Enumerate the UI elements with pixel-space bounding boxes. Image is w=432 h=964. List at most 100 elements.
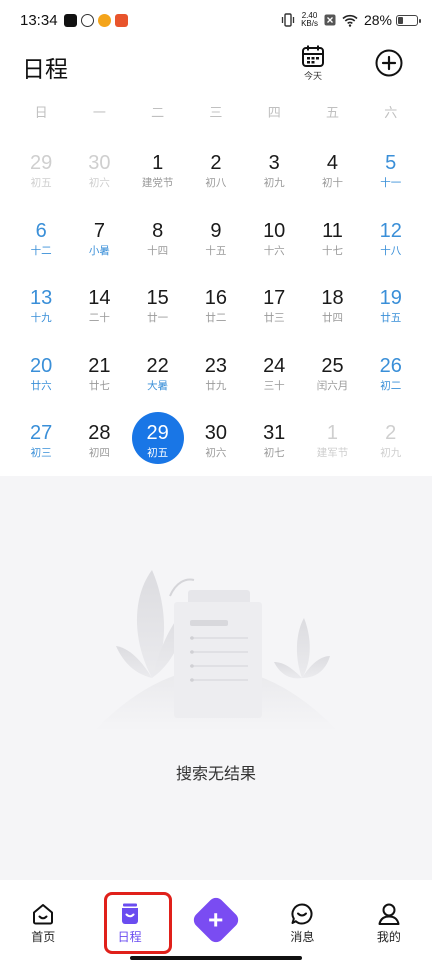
calendar-day[interactable]: 8 十四	[129, 208, 187, 276]
schedule-list-empty: 搜索无结果	[0, 476, 432, 880]
calendar-day[interactable]: 17 廿三	[245, 275, 303, 343]
day-number: 2	[210, 152, 222, 174]
calendar-day[interactable]: 6 十二	[12, 208, 70, 276]
calendar-day[interactable]: 1 建军节	[303, 410, 361, 478]
calendar-day-selected[interactable]: 29 初五	[129, 410, 187, 478]
status-right: 2.40 KB/s 28%	[281, 11, 421, 28]
lunar-date: 廿九	[205, 379, 227, 392]
calendar-day[interactable]: 20 廿六	[12, 343, 70, 411]
day-number: 27	[30, 422, 53, 444]
lunar-date: 十八	[380, 244, 402, 257]
tab-add-center[interactable]: +	[173, 880, 259, 964]
calendar-day[interactable]: 30 初六	[187, 410, 245, 478]
calendar-day[interactable]: 18 廿四	[303, 275, 361, 343]
battery-status: 28%	[364, 12, 421, 28]
calendar-day[interactable]: 2 初九	[362, 410, 420, 478]
calendar-day[interactable]: 5 十一	[362, 140, 420, 208]
lunar-date: 建军节	[316, 447, 349, 459]
calendar-day[interactable]: 24 三十	[245, 343, 303, 411]
day-number: 23	[204, 354, 228, 377]
day-number: 15	[146, 287, 169, 309]
lunar-date: 二十	[88, 312, 110, 324]
day-number: 21	[88, 354, 111, 377]
day-number: 1	[326, 422, 339, 444]
day-number: 16	[204, 287, 228, 309]
calendar-day[interactable]: 7 小暑	[70, 208, 128, 276]
calendar-day[interactable]: 4 初十	[303, 140, 361, 208]
calendar-day[interactable]: 26 初二	[362, 343, 420, 411]
news-app-icon	[114, 13, 128, 27]
calendar-day[interactable]: 29 初五	[12, 140, 70, 208]
day-number: 4	[326, 152, 339, 174]
calendar-day[interactable]: 12 十八	[362, 208, 420, 276]
tab-schedule-label: 日程	[117, 930, 142, 944]
lunar-date: 初五	[30, 177, 52, 189]
month-calendar: 日一二三四五六 29 初五 30 初六 1 建党节 2 初八 3 初九 4 初十 5 十一 6 十二 7 小暑 8 十…	[0, 90, 432, 476]
lunar-date: 初四	[88, 447, 110, 459]
calendar-day[interactable]: 28 初四	[70, 410, 128, 478]
weibo-icon	[97, 13, 111, 27]
lunar-date: 大暑	[147, 379, 169, 392]
calendar-day[interactable]: 14 二十	[70, 275, 128, 343]
today-button[interactable]: 今天	[298, 44, 328, 82]
lunar-date: 初九	[380, 447, 402, 459]
weekday-label: 五	[325, 105, 339, 120]
calendar-day[interactable]: 19 廿五	[362, 275, 420, 343]
calendar-day[interactable]: 9 十五	[187, 208, 245, 276]
status-bar: 13:34 2.40 KB/s 28%	[0, 0, 432, 40]
add-schedule-button[interactable]	[374, 48, 404, 78]
calendar-day[interactable]: 10 十六	[245, 208, 303, 276]
empty-result-text: 搜索无结果	[175, 766, 256, 783]
day-number: 1	[152, 152, 164, 174]
day-number: 2	[385, 422, 397, 444]
lunar-date: 初八	[205, 177, 227, 189]
lunar-date: 廿六	[30, 379, 52, 392]
lunar-date: 十九	[30, 312, 52, 324]
page-title: 日程	[22, 56, 68, 82]
calendar-day[interactable]: 23 廿九	[187, 343, 245, 411]
day-number: 7	[93, 219, 105, 242]
calendar-day[interactable]: 21 廿七	[70, 343, 128, 411]
calendar-day[interactable]: 2 初八	[187, 140, 245, 208]
calendar-day[interactable]: 27 初三	[12, 410, 70, 478]
lunar-date: 廿三	[263, 312, 285, 324]
lunar-date: 建党节	[141, 177, 174, 189]
tab-schedule[interactable]: 日程	[86, 880, 172, 964]
lunar-date: 廿七	[88, 379, 110, 392]
calendar-day[interactable]: 25 闰六月	[303, 343, 361, 411]
bottom-tab-bar: 首页 日程 + 消息 我的	[0, 880, 432, 964]
home-indicator[interactable]	[130, 956, 302, 960]
lunar-date: 廿二	[205, 312, 227, 324]
calendar-day[interactable]: 16 廿二	[187, 275, 245, 343]
calendar-day[interactable]: 13 十九	[12, 275, 70, 343]
day-number: 26	[379, 354, 402, 377]
no-sim-icon	[324, 14, 336, 26]
tab-profile[interactable]: 我的	[346, 880, 432, 964]
calendar-day[interactable]: 31 初七	[245, 410, 303, 478]
day-number: 22	[146, 354, 169, 377]
tab-messages[interactable]: 消息	[259, 880, 345, 964]
status-app-icons	[63, 13, 128, 27]
calendar-day[interactable]: 30 初六	[70, 140, 128, 208]
vibrate-icon	[281, 13, 295, 27]
calendar-day[interactable]: 11 十七	[303, 208, 361, 276]
weekday-label: 一	[92, 105, 106, 120]
tab-home[interactable]: 首页	[0, 880, 86, 964]
calendar-day[interactable]: 15 廿一	[129, 275, 187, 343]
battery-level	[398, 16, 404, 24]
calendar-day[interactable]: 3 初九	[245, 140, 303, 208]
net-speed: 2.40 KB/s	[301, 11, 318, 28]
day-number: 14	[88, 287, 111, 309]
day-number: 30	[204, 422, 228, 444]
day-number: 6	[35, 219, 47, 242]
lunar-date: 廿一	[147, 312, 169, 324]
calendar-week-row: 13 十九 14 二十 15 廿一 16 廿二 17 廿三 18 廿四 19 廿五	[12, 275, 420, 343]
lunar-date: 十六	[263, 244, 285, 257]
lunar-date: 初三	[30, 447, 52, 459]
calendar-day[interactable]: 22 大暑	[129, 343, 187, 411]
day-number: 31	[263, 422, 286, 444]
calendar-week-row: 27 初三 28 初四 29 初五 30 初六 31 初七 1 建军节 2 初九	[12, 410, 420, 478]
weekday-label: 三	[209, 105, 223, 120]
calendar-day[interactable]: 1 建党节	[129, 140, 187, 208]
lunar-date: 初十	[321, 177, 343, 189]
